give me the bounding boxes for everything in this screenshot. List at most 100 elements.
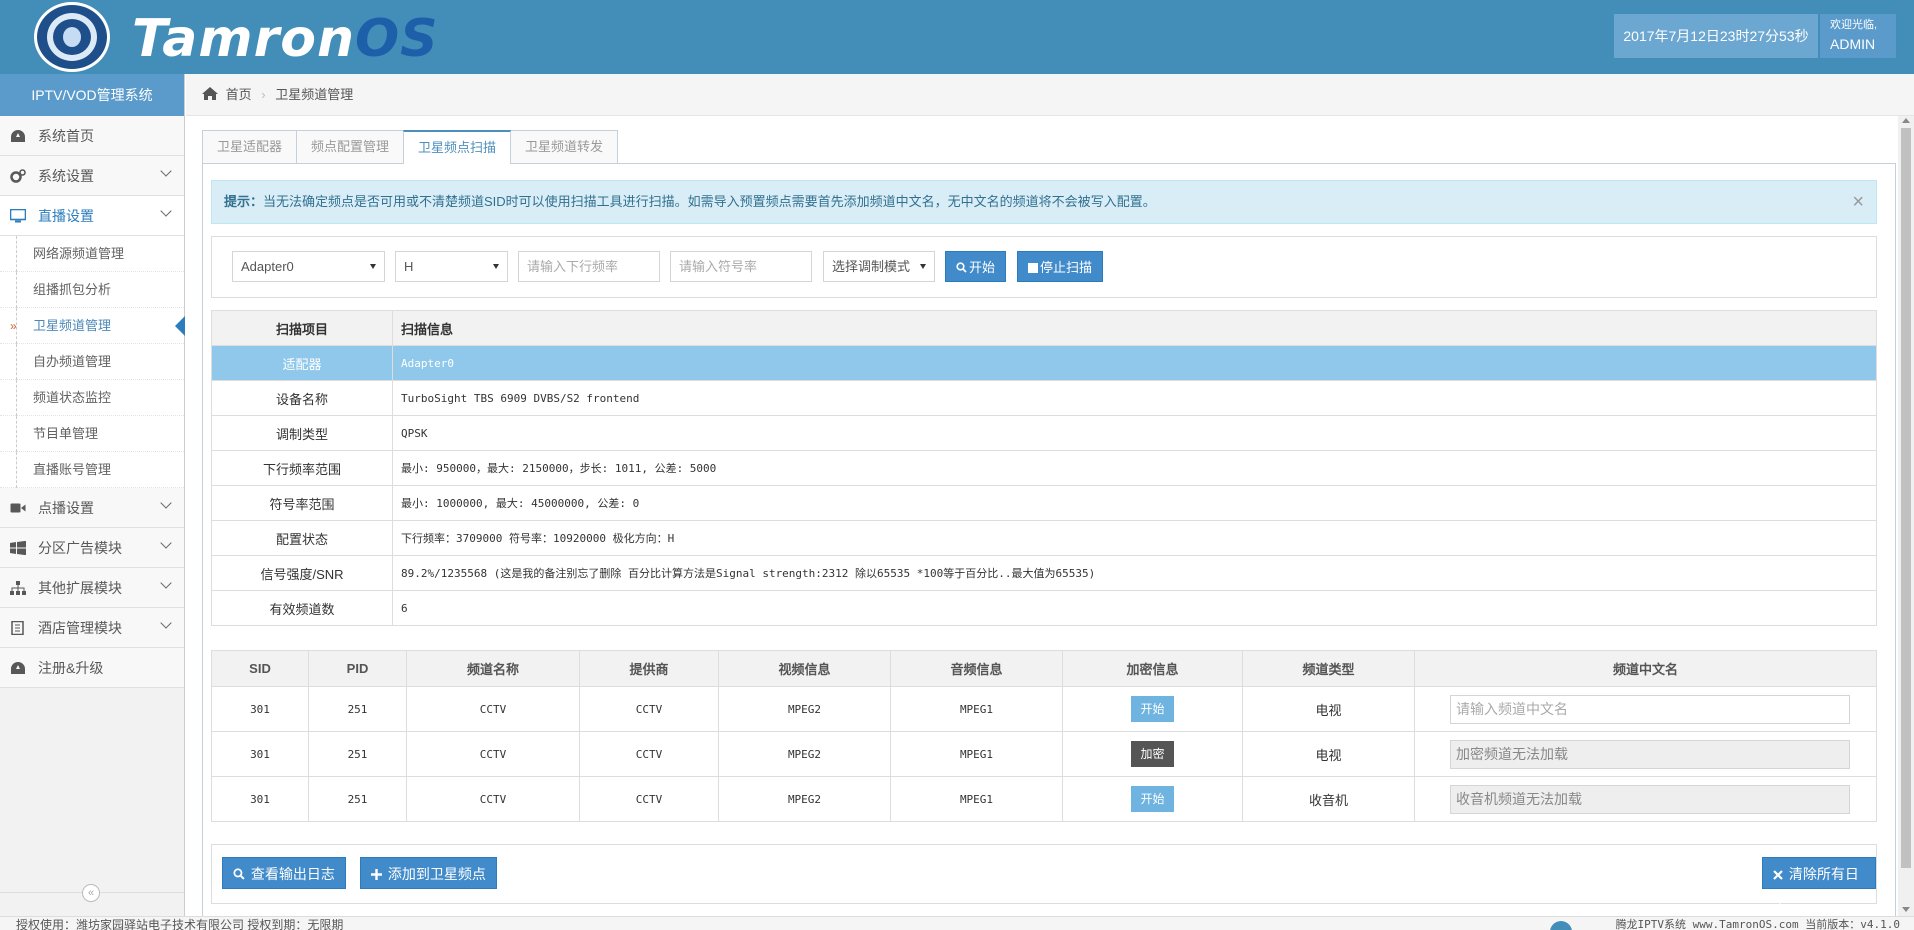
table-row[interactable]: 符号率范围 最小: 1000000, 最大: 45000000, 公差: 0 — [211, 485, 1877, 521]
action-bar: 查看输出日志 添加到卫星频点 清除所有日志 — [211, 844, 1877, 914]
main-content: 卫星适配器 频点配置管理 卫星频点扫描 卫星频道转发 提示：当无法确定频点是否可… — [186, 116, 1896, 923]
table-row[interactable]: 适配器 Adapter0 — [211, 345, 1877, 381]
channel-name: CCTV — [406, 776, 580, 822]
sidebar-subitem-custom-channels[interactable]: 自办频道管理 — [0, 344, 184, 380]
view-log-button[interactable]: 查看输出日志 — [222, 857, 346, 889]
stop-scan-button[interactable]: 停止扫描 — [1017, 251, 1104, 282]
channel-audio: MPEG1 — [890, 686, 1063, 732]
sidebar-subitem-program-guide[interactable]: 节目单管理 — [0, 416, 184, 452]
channel-video: MPEG2 — [718, 731, 891, 777]
footer-version: 腾龙IPTV系统 www.TamronOS.com 当前版本：v4.1.0 — [1615, 918, 1900, 930]
sidebar-collapse-icon[interactable]: « — [82, 884, 100, 902]
table-header-row: SID PID 频道名称 提供商 视频信息 音频信息 加密信息 频道类型 频道中… — [211, 650, 1877, 687]
welcome-text: 欢迎光临, — [1830, 19, 1878, 31]
encryption-badge: 开始 — [1131, 786, 1174, 812]
search-icon — [233, 866, 245, 882]
breadcrumb-home-link[interactable]: 首页 — [226, 87, 252, 102]
user-menu[interactable]: 欢迎光临, ADMIN — [1820, 14, 1896, 58]
sidebar-subitem-satellite-channels[interactable]: » 卫星频道管理 — [0, 308, 185, 344]
scan-item-value: 下行频率：3709000 符号率：10920000 极化方向：H — [392, 520, 1877, 556]
column-header: 频道名称 — [406, 650, 580, 687]
dashboard-icon — [11, 130, 25, 142]
downlink-frequency-input[interactable]: 请输入下行频率 — [518, 251, 660, 282]
channel-type: 电视 — [1242, 731, 1415, 777]
view-log-label: 查看输出日志 — [250, 866, 335, 882]
table-row: 301 251 CCTV CCTV MPEG2 MPEG1 开始 电视 请输入频… — [211, 686, 1877, 732]
channel-type: 收音机 — [1242, 776, 1415, 822]
polarity-select[interactable]: H — [395, 251, 508, 282]
scan-filter-bar: Adapter0 H 请输入下行频率 请输入符号率 选择调制模式 开始 停止扫描 — [211, 236, 1877, 298]
sidebar-subitem-live-accounts[interactable]: 直播账号管理 — [0, 452, 184, 488]
modulation-select[interactable]: 选择调制模式 — [823, 251, 935, 282]
search-icon — [956, 260, 967, 275]
column-header: PID — [308, 650, 407, 687]
scrollbar-thumb[interactable] — [1901, 128, 1911, 868]
sidebar-item-register-upgrade[interactable]: 注册&升级 — [0, 648, 184, 688]
logo-icon[interactable] — [34, 2, 110, 72]
sidebar-subitem-network-source[interactable]: 网络源频道管理 — [0, 236, 184, 272]
sitemap-icon — [10, 581, 26, 595]
scroll-down-icon[interactable] — [1902, 907, 1910, 912]
tab-channel-forward[interactable]: 卫星频道转发 — [510, 130, 619, 163]
channel-sid: 301 — [211, 686, 309, 732]
scan-item-value: 最小: 950000，最大: 2150000，步长: 1011, 公差: 500… — [392, 450, 1877, 486]
start-scan-button[interactable]: 开始 — [945, 251, 1007, 282]
channel-cn-name-input[interactable]: 请输入频道中文名 — [1450, 694, 1850, 724]
sidebar-item-hotel-module[interactable]: 酒店管理模块 — [0, 608, 184, 648]
close-icon[interactable]: × — [1852, 181, 1864, 223]
scan-item-value: QPSK — [392, 415, 1877, 451]
channel-cn-name-cell: 收音机频道无法加载 — [1414, 776, 1877, 822]
sidebar-subitem-multicast-analysis[interactable]: 组播抓包分析 — [0, 272, 184, 308]
table-row[interactable]: 下行频率范围 最小: 950000，最大: 2150000，步长: 1011, 公… — [211, 450, 1877, 486]
info-alert: 提示：当无法确定频点是否可用或不清楚频道SID时可以使用扫描工具进行扫描。如需导… — [211, 180, 1877, 224]
table-row[interactable]: 有效频道数 6 — [211, 590, 1877, 626]
stop-scan-label: 停止扫描 — [1040, 260, 1093, 275]
scan-item-key: 符号率范围 — [211, 485, 393, 521]
tab-frequency-scan[interactable]: 卫星频点扫描 — [403, 130, 512, 164]
active-marker-icon: » — [10, 319, 17, 333]
chevron-down-icon — [160, 577, 172, 589]
sidebar-item-label: 系统设置 — [38, 168, 94, 184]
symbol-rate-input[interactable]: 请输入符号率 — [670, 251, 812, 282]
brand-suffix: OS — [354, 9, 439, 69]
sidebar-item-ad-module[interactable]: 分区广告模块 — [0, 528, 184, 568]
channel-sid: 301 — [211, 776, 309, 822]
channel-encryption: 加密 — [1062, 731, 1243, 777]
clear-all-logs-label: 清除所有日志 — [1773, 866, 1859, 914]
page-scrollbar[interactable] — [1898, 116, 1914, 916]
polarity-select-value: H — [404, 259, 414, 274]
sidebar-item-vod-settings[interactable]: 点播设置 — [0, 488, 184, 528]
windows-icon — [10, 541, 26, 555]
sidebar-item-system-settings[interactable]: 系统设置 — [0, 156, 184, 196]
scan-item-key: 下行频率范围 — [211, 450, 393, 486]
sidebar-item-extensions[interactable]: 其他扩展模块 — [0, 568, 184, 608]
table-row[interactable]: 信号强度/SNR 89.2%/1235568 (这是我的备注别忘了删除 百分比计算… — [211, 555, 1877, 591]
brand-logo-text[interactable]: TamronOS — [132, 10, 439, 68]
tab-panel: 提示：当无法确定频点是否可用或不清楚频道SID时可以使用扫描工具进行扫描。如需导… — [202, 163, 1896, 923]
modulation-select-value: 选择调制模式 — [832, 259, 911, 274]
sidebar-item-home[interactable]: 系统首页 — [0, 116, 184, 156]
chevron-down-icon — [160, 617, 172, 629]
home-icon[interactable] — [202, 74, 222, 116]
table-row[interactable]: 配置状态 下行频率：3709000 符号率：10920000 极化方向：H — [211, 520, 1877, 556]
channel-name: CCTV — [406, 731, 580, 777]
stop-icon — [1028, 260, 1038, 275]
chevron-down-icon — [160, 497, 172, 509]
sidebar-subitem-channel-monitor[interactable]: 频道状态监控 — [0, 380, 184, 416]
scroll-up-icon[interactable] — [1902, 118, 1910, 123]
channel-table: SID PID 频道名称 提供商 视频信息 音频信息 加密信息 频道类型 频道中… — [211, 650, 1877, 822]
column-header: 加密信息 — [1062, 650, 1243, 687]
adapter-select[interactable]: Adapter0 — [232, 251, 385, 282]
column-header: 频道中文名 — [1414, 650, 1877, 687]
sidebar-item-label: 点播设置 — [38, 500, 94, 516]
sidebar-item-live-settings[interactable]: 直播设置 — [0, 196, 184, 236]
tab-satellite-adapter[interactable]: 卫星适配器 — [202, 130, 298, 163]
breadcrumb: 首页 › 卫星频道管理 — [186, 74, 1914, 116]
tab-frequency-config[interactable]: 频点配置管理 — [296, 130, 405, 163]
column-header: 频道类型 — [1242, 650, 1415, 687]
table-row[interactable]: 调制类型 QPSK — [211, 415, 1877, 451]
clear-all-logs-button[interactable]: 清除所有日志 — [1762, 857, 1876, 914]
table-row[interactable]: 设备名称 TurboSight TBS 6909 DVBS/S2 frontend — [211, 380, 1877, 416]
book-icon — [11, 621, 24, 635]
add-satellite-frequency-button[interactable]: 添加到卫星频点 — [360, 857, 497, 889]
